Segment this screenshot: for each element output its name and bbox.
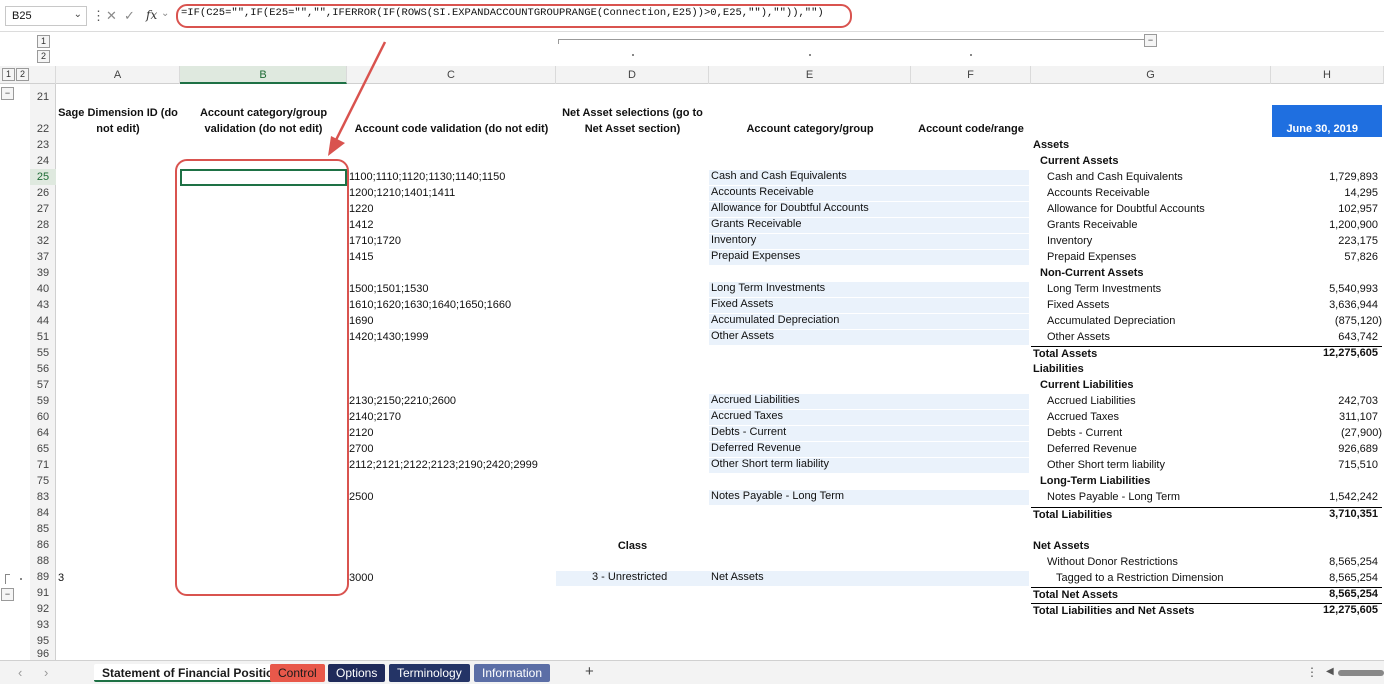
tab-options[interactable]: Options [328, 664, 386, 682]
scroll-tabs-right-icon[interactable]: › [44, 665, 48, 680]
tab-control[interactable]: Control [270, 664, 325, 682]
more-options-icon[interactable]: ⋮ [1306, 665, 1318, 679]
add-sheet-button[interactable]: + [585, 663, 594, 680]
annotation-arrow-icon [328, 41, 387, 156]
tab-information[interactable]: Information [474, 664, 551, 682]
sheet-tab-bar: ‹ › Statement of Financial Position Cont… [0, 660, 1384, 684]
tab-terminology[interactable]: Terminology [389, 664, 470, 682]
horizontal-scrollbar-thumb[interactable] [1338, 670, 1384, 676]
scroll-tabs-left-icon[interactable]: ‹ [18, 665, 22, 680]
scroll-left-icon[interactable]: ◀ [1326, 666, 1334, 677]
tab-statement-of-financial-position[interactable]: Statement of Financial Position [94, 664, 289, 682]
